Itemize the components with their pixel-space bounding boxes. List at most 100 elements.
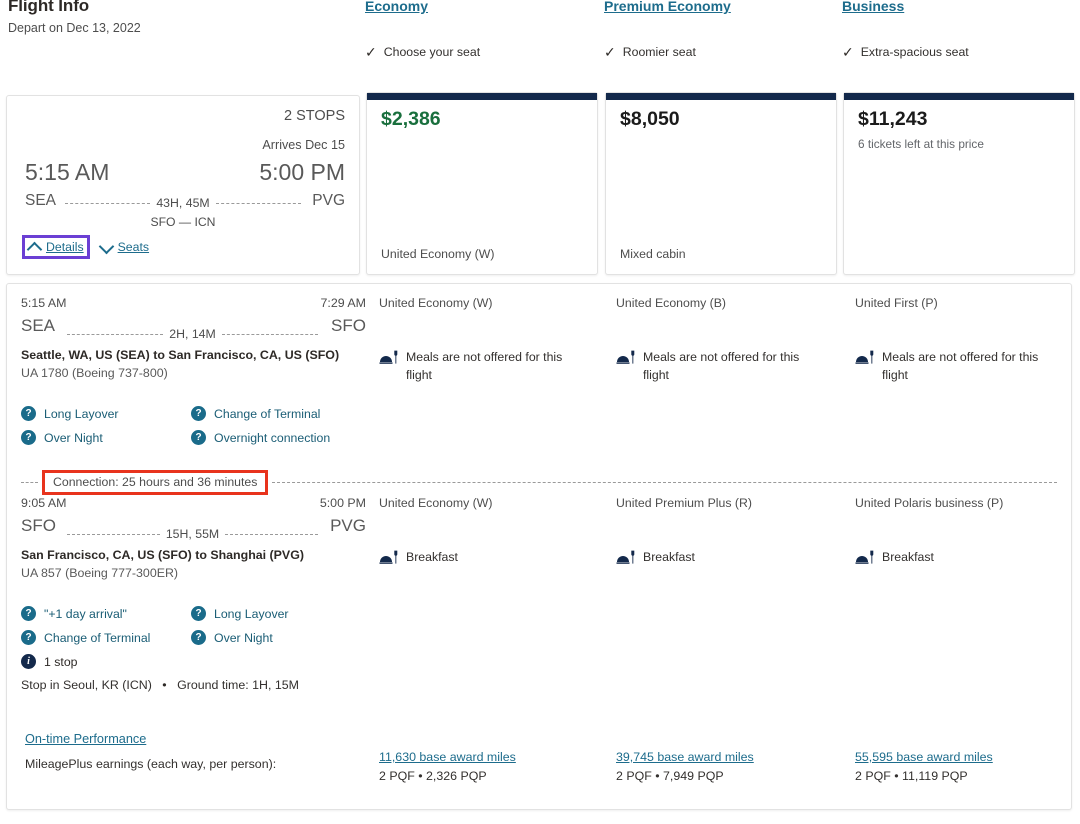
meal-icon (379, 550, 398, 569)
flight-info-page: Flight Info Depart on Dec 13, 2022 Econo… (0, 0, 1080, 824)
cabin-header-economy: Economy (365, 0, 428, 16)
amenity-one-stop[interactable]: i 1 stop (21, 654, 191, 669)
amenity-long-layover[interactable]: ? Long Layover (21, 406, 191, 421)
meal-label: Meals are not offered for this flight (882, 348, 1042, 385)
pq-values: 2 PQF • 7,949 PQP (616, 769, 754, 783)
mileage-column-premium-economy: 39,745 base award miles 2 PQF • 7,949 PQ… (616, 750, 754, 783)
question-icon: ? (191, 606, 206, 621)
amenity-label: Change of Terminal (214, 407, 320, 421)
meal-icon (379, 350, 398, 369)
amenity-over-night[interactable]: ? Over Night (21, 430, 191, 445)
dashed-line (67, 534, 160, 535)
details-toggle[interactable]: Details (25, 238, 87, 256)
segment-arrive-time: 7:29 AM (321, 296, 366, 310)
segment-destination-code: PVG (330, 516, 366, 536)
segment-route: Seattle, WA, US (SEA) to San Francisco, … (21, 348, 366, 362)
fare-cabin-premium-economy: Mixed cabin (620, 247, 686, 261)
question-icon: ? (191, 430, 206, 445)
amenity-over-night[interactable]: ? Over Night (191, 630, 361, 645)
mileageplus-earnings-label: MileagePlus earnings (each way, per pers… (25, 757, 276, 771)
dashed-line (216, 203, 301, 204)
segment-2-column-economy: United Economy (W) Breakfast (379, 496, 594, 569)
dashed-line (21, 482, 38, 483)
segment-duration-row: 15H, 55M (67, 527, 318, 541)
amenity-row: i 1 stop (21, 654, 361, 669)
seats-label: Seats (118, 240, 149, 254)
base-award-miles-link[interactable]: 55,595 base award miles (855, 750, 993, 764)
column-cabin-name: United Economy (W) (379, 296, 594, 310)
cabin-link-premium-economy[interactable]: Premium Economy (604, 0, 731, 14)
segment-1-column-business: United First (P) Meals are not offered f… (855, 296, 1070, 385)
question-icon: ? (191, 406, 206, 421)
cabin-link-business[interactable]: Business (842, 0, 904, 14)
fare-card-business[interactable]: $11,243 6 tickets left at this price (843, 92, 1075, 275)
cabin-header-premium-economy: Premium Economy (604, 0, 731, 16)
amenity-label: Long Layover (214, 607, 289, 621)
meal-info: Breakfast (855, 548, 1070, 569)
amenity-change-of-terminal[interactable]: ? Change of Terminal (21, 630, 191, 645)
column-cabin-name: United Economy (B) (616, 296, 831, 310)
fare-price-premium-economy: $8,050 (620, 108, 680, 131)
chevron-up-icon (28, 243, 42, 252)
seats-toggle[interactable]: Seats (97, 238, 152, 256)
fare-card-top-bar (606, 93, 836, 100)
meal-info: Breakfast (616, 548, 831, 569)
on-time-performance-link[interactable]: On-time Performance (25, 732, 146, 746)
amenity-label: Over Night (44, 431, 103, 445)
amenity-label: Overnight connection (214, 431, 330, 445)
fare-card-top-bar (367, 93, 597, 100)
amenity-row: ? "+1 day arrival" ? Long Layover (21, 606, 361, 621)
amenity-label: Change of Terminal (44, 631, 150, 645)
cabin-link-economy[interactable]: Economy (365, 0, 428, 14)
meal-info: Meals are not offered for this flight (855, 348, 1070, 385)
column-cabin-name: United First (P) (855, 296, 1070, 310)
amenity-long-layover[interactable]: ? Long Layover (191, 606, 361, 621)
segment-1-codes: SEA SFO 2H, 14M (21, 316, 366, 340)
segment-arrive-time: 5:00 PM (320, 496, 366, 510)
segment-depart-time: 5:15 AM (21, 296, 66, 310)
base-award-miles-link[interactable]: 39,745 base award miles (616, 750, 754, 764)
bullet-separator: • (162, 678, 166, 692)
amenity-label: Long Layover (44, 407, 119, 421)
summary-arrive-time: 5:00 PM (259, 159, 345, 186)
column-cabin-name: United Premium Plus (R) (616, 496, 831, 510)
meal-label: Meals are not offered for this flight (406, 348, 566, 385)
base-award-miles-link[interactable]: 11,630 base award miles (379, 750, 516, 764)
details-label: Details (46, 240, 84, 254)
amenity-plus-one-day-arrival[interactable]: ? "+1 day arrival" (21, 606, 191, 621)
stop-city: Stop in Seoul, KR (ICN) (21, 678, 152, 692)
cabin-feature-economy: ✓ Choose your seat (365, 45, 480, 59)
fare-seats-left-note: 6 tickets left at this price (858, 137, 984, 151)
question-icon: ? (21, 406, 36, 421)
amenity-change-of-terminal[interactable]: ? Change of Terminal (191, 406, 361, 421)
amenity-label: Over Night (214, 631, 273, 645)
cabin-feature-business: ✓ Extra-spacious seat (842, 45, 969, 59)
amenity-label: "+1 day arrival" (44, 607, 127, 621)
fare-card-premium-economy[interactable]: $8,050 Mixed cabin (605, 92, 837, 275)
fare-card-economy[interactable]: $2,386 United Economy (W) (366, 92, 598, 275)
check-icon: ✓ (842, 45, 854, 59)
question-icon: ? (21, 430, 36, 445)
segment-flight-number: UA 857 (Boeing 777-300ER) (21, 566, 366, 580)
amenity-overnight-connection[interactable]: ? Overnight connection (191, 430, 361, 445)
dashed-line (225, 534, 318, 535)
dashed-line (65, 203, 150, 204)
segment-1-column-premium-economy: United Economy (B) Meals are not offered… (616, 296, 831, 385)
segment-origin-code: SFO (21, 516, 56, 536)
fare-cabin-economy: United Economy (W) (381, 247, 494, 261)
summary-destination-code: PVG (312, 192, 345, 210)
pq-values: 2 PQF • 11,119 PQP (855, 769, 993, 783)
amenity-row: ? Change of Terminal ? Over Night (21, 630, 361, 645)
page-title: Flight Info (8, 0, 89, 16)
info-icon: i (21, 654, 36, 669)
meal-info: Meals are not offered for this flight (379, 348, 594, 385)
dashed-line (272, 482, 1057, 483)
question-icon: ? (21, 606, 36, 621)
summary-origin-code: SEA (25, 192, 56, 210)
segment-2-times: 9:05 AM 5:00 PM (21, 496, 366, 514)
segment-duration: 15H, 55M (166, 527, 219, 541)
dashed-line (67, 334, 163, 335)
meal-label: Breakfast (882, 548, 934, 566)
segment-destination-code: SFO (331, 316, 366, 336)
amenity-row: ? Over Night ? Overnight connection (21, 430, 361, 445)
